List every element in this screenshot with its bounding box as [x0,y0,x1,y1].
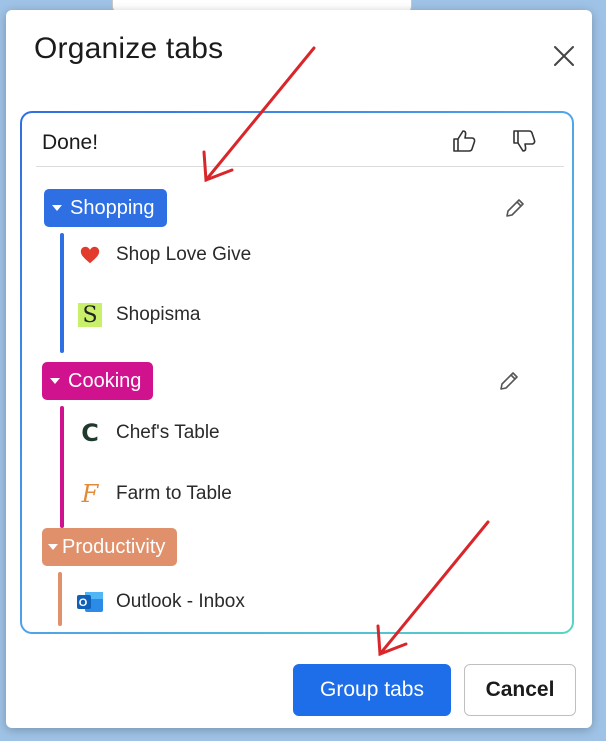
edit-group-button-shopping[interactable] [498,191,532,225]
organize-tabs-dialog: Organize tabs Done! Shopping Shop Love G… [6,10,592,728]
caret-down-icon [50,378,60,384]
dialog-title: Organize tabs [34,32,224,65]
letter-f-icon: F [81,480,99,508]
group-chip-productivity[interactable]: Productivity [42,528,178,566]
tab-title: Shop Love Give [116,244,252,265]
cancel-button[interactable]: Cancel [464,664,576,716]
group-line-shopping [60,233,64,353]
status-text: Done! [42,131,99,154]
tab-title: Chef's Table [116,422,220,443]
thumbs-up-icon [453,130,476,152]
caret-down-icon [48,544,58,550]
outlook-icon: O [76,588,104,616]
group-tabs-button[interactable]: Group tabs [293,664,451,716]
letter-c-icon: C [81,419,99,447]
divider [36,166,564,167]
group-line-productivity [58,572,62,626]
thumbs-down-icon [513,130,536,152]
tab-item[interactable]: S Shopisma [76,295,201,335]
close-button[interactable] [544,36,584,76]
thumbs-down-button[interactable] [506,123,542,159]
pencil-icon [500,372,518,390]
group-chip-cooking[interactable]: Cooking [42,362,154,400]
tab-item[interactable]: O Outlook - Inbox [76,582,245,622]
group-line-cooking [60,406,64,528]
group-chip-shopping[interactable]: Shopping [44,189,167,227]
group-label: Shopping [70,196,155,219]
pencil-icon [506,199,524,217]
tab-item[interactable]: C Chef's Table [76,413,220,453]
tab-title: Outlook - Inbox [116,591,245,612]
group-label: Productivity [62,535,166,558]
tab-title: Shopisma [116,304,201,325]
heart-icon [76,241,104,269]
thumbs-up-button[interactable] [446,123,482,159]
letter-s-icon: S [76,301,104,329]
edit-group-button-cooking[interactable] [492,364,526,398]
tab-title: Farm to Table [116,483,232,504]
results-panel: Done! Shopping Shop Love Give S Shopisma… [20,111,574,634]
caret-down-icon [52,205,62,211]
tab-item[interactable]: F Farm to Table [76,474,232,514]
group-label: Cooking [68,369,142,392]
tab-item[interactable]: Shop Love Give [76,235,251,275]
close-icon [554,46,574,66]
